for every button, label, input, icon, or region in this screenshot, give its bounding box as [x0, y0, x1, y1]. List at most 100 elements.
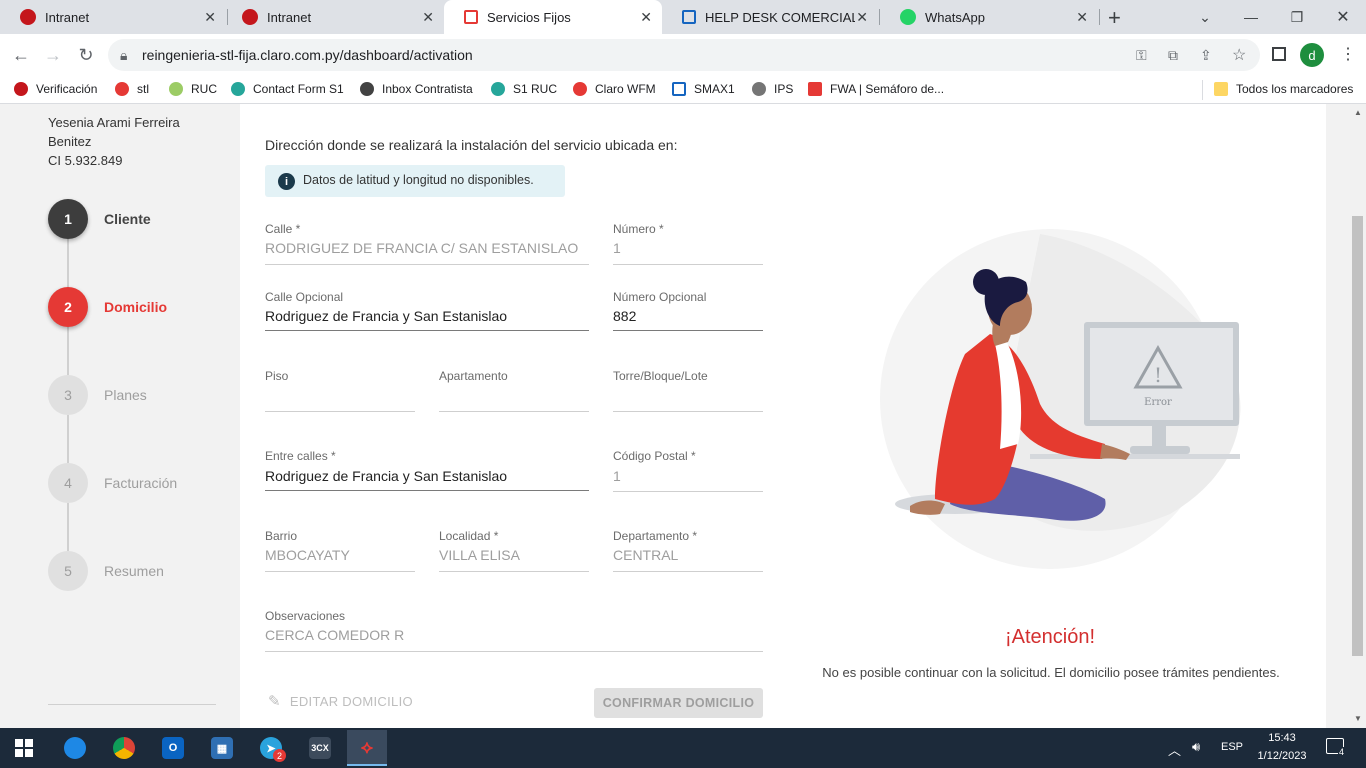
step-1-label[interactable]: Cliente [104, 211, 151, 227]
bookmark-all[interactable]: Todos los marcadores [1214, 82, 1353, 96]
codigo-postal-field[interactable]: 1 [613, 468, 621, 484]
edge-icon[interactable] [55, 732, 95, 764]
menu-icon[interactable]: ⋮ [1340, 44, 1356, 64]
clock-date[interactable]: 1/12/2023 [1250, 750, 1314, 762]
tab-title: WhatsApp [925, 9, 985, 25]
minimize-icon[interactable]: — [1228, 0, 1274, 34]
windows-start-icon[interactable] [4, 732, 44, 764]
3cx-icon[interactable]: 3CX [300, 732, 340, 764]
omnibox[interactable]: 🔒︎ reingenieria-stl-fija.claro.com.py/da… [108, 39, 1260, 71]
tab-intranet-2[interactable]: Intranet ✕ [222, 0, 444, 34]
calle-underline [265, 264, 589, 265]
bookmark-inbox[interactable]: Inbox Contratista [360, 82, 473, 96]
bookmarks-bar: Verificación stl RUC Contact Form S1 Inb… [0, 76, 1366, 104]
claro-icon [242, 9, 258, 25]
reload-icon[interactable]: ↻ [73, 42, 99, 68]
show-hidden-icons[interactable]: ︿ [1168, 740, 1181, 759]
confirm-address-button[interactable]: CONFIRMAR DOMICILIO [594, 688, 763, 718]
woman-hair-bun [973, 269, 999, 295]
bookmark-ruc[interactable]: RUC [169, 82, 217, 96]
clock-time[interactable]: 15:43 [1254, 732, 1310, 744]
forward-icon[interactable]: → [40, 42, 66, 68]
bookmark-stl[interactable]: stl [115, 82, 149, 96]
close-icon[interactable]: ✕ [856, 9, 868, 26]
piso-field[interactable] [265, 411, 415, 412]
close-icon[interactable]: ✕ [422, 9, 434, 26]
tab-servicios-fijos[interactable]: Servicios Fijos ✕ [444, 0, 662, 34]
apartamento-field[interactable] [439, 411, 589, 412]
calculator-icon[interactable]: ▦ [202, 732, 242, 764]
tab-search-icon[interactable]: ⌄ [1182, 0, 1228, 34]
localidad-field[interactable]: VILLA ELISA [439, 547, 520, 563]
customer-ci: CI 5.932.849 [48, 153, 123, 168]
tab-help-desk[interactable]: HELP DESK COMERCIAL - ER ✕ [662, 0, 878, 34]
globe-icon [360, 82, 374, 96]
tab-title: Intranet [267, 9, 312, 25]
step-3-label: Planes [104, 387, 147, 403]
translate-icon[interactable]: ⧉ [1168, 47, 1178, 64]
numero-opcional-field[interactable]: 882 [613, 308, 636, 324]
claro-app-icon[interactable]: ⟡ [347, 730, 387, 766]
torre-label: Torre/Bloque/Lote [613, 369, 708, 383]
calle-label: Calle * [265, 222, 301, 236]
step-connector [67, 503, 69, 551]
s1-icon [231, 82, 245, 96]
tab-whatsapp[interactable]: WhatsApp ✕ [880, 0, 1098, 34]
edit-address-button[interactable]: ✎ EDITAR DOMICILIO [268, 692, 413, 710]
close-icon[interactable]: ✕ [1076, 9, 1088, 26]
tab-separator [1099, 9, 1100, 25]
page-content: Yesenia Arami Ferreira Benitez CI 5.932.… [0, 104, 1350, 728]
step-2-circle[interactable]: 2 [48, 287, 88, 327]
bookmark-verificacion[interactable]: Verificación [14, 82, 97, 96]
close-icon[interactable]: ✕ [204, 9, 216, 26]
star-icon[interactable]: ☆ [1232, 45, 1246, 65]
new-tab-icon[interactable]: + [1108, 5, 1121, 31]
scroll-thumb[interactable] [1352, 216, 1363, 656]
volume-icon[interactable]: 🔊︎ [1192, 739, 1200, 755]
departamento-field[interactable]: CENTRAL [613, 547, 678, 563]
share-icon[interactable]: ⇪ [1200, 47, 1212, 64]
scroll-down-icon[interactable]: ▼ [1354, 714, 1362, 723]
bookmark-label: Verificación [36, 82, 98, 96]
smax-icon [672, 82, 686, 96]
torre-field[interactable] [613, 411, 763, 412]
outlook-icon[interactable]: O [153, 732, 193, 764]
side-panel-icon[interactable] [1272, 47, 1286, 61]
bookmark-divider [1202, 80, 1203, 100]
telegram-icon[interactable]: ➤ 2 [251, 732, 291, 764]
page-scrollbar[interactable]: ▲ ▼ [1350, 104, 1366, 728]
profile-avatar[interactable]: d [1300, 43, 1324, 67]
step-2-label[interactable]: Domicilio [104, 299, 167, 315]
url-text[interactable]: reingenieria-stl-fija.claro.com.py/dashb… [142, 47, 473, 63]
bookmark-label: Todos los marcadores [1236, 82, 1354, 96]
back-icon[interactable]: ← [8, 42, 34, 68]
observaciones-field[interactable]: CERCA COMEDOR R [265, 627, 404, 643]
step-connector [67, 415, 69, 463]
close-icon[interactable]: ✕ [640, 9, 652, 26]
bookmark-claro-wfm[interactable]: Claro WFM [573, 82, 656, 96]
bookmark-fwa[interactable]: FWA | Semáforo de... [808, 82, 944, 96]
window-close-icon[interactable]: ✕ [1320, 0, 1366, 34]
claro-logo-icon [573, 82, 587, 96]
key-icon[interactable]: ⚿ [1136, 47, 1147, 64]
numero-field[interactable]: 1 [613, 240, 621, 256]
bookmark-ips[interactable]: IPS [752, 82, 793, 96]
claro-logo-icon [464, 10, 478, 24]
svg-text:!: ! [1154, 363, 1162, 387]
chrome-icon[interactable] [104, 732, 144, 764]
bookmark-contact-form[interactable]: Contact Form S1 [231, 82, 344, 96]
bookmark-s1-ruc[interactable]: S1 RUC [491, 82, 557, 96]
barrio-field[interactable]: MBOCAYATY [265, 547, 350, 563]
entre-calles-label: Entre calles * [265, 449, 336, 463]
bookmark-smax1[interactable]: SMAX1 [672, 82, 735, 96]
lock-icon[interactable]: 🔒︎ [120, 47, 127, 64]
calle-field[interactable]: RODRIGUEZ DE FRANCIA C/ SAN ESTANISLAO [265, 240, 578, 256]
restore-icon[interactable]: ❐ [1274, 0, 1320, 34]
fwa-icon [808, 82, 822, 96]
scroll-up-icon[interactable]: ▲ [1354, 108, 1362, 117]
language-indicator[interactable]: ESP [1221, 741, 1243, 753]
calle-opcional-field[interactable]: Rodriguez de Francia y San Estanislao [265, 308, 507, 324]
step-1-circle[interactable]: 1 [48, 199, 88, 239]
entre-calles-field[interactable]: Rodriguez de Francia y San Estanislao [265, 468, 507, 484]
tab-intranet-1[interactable]: Intranet ✕ [0, 0, 226, 34]
